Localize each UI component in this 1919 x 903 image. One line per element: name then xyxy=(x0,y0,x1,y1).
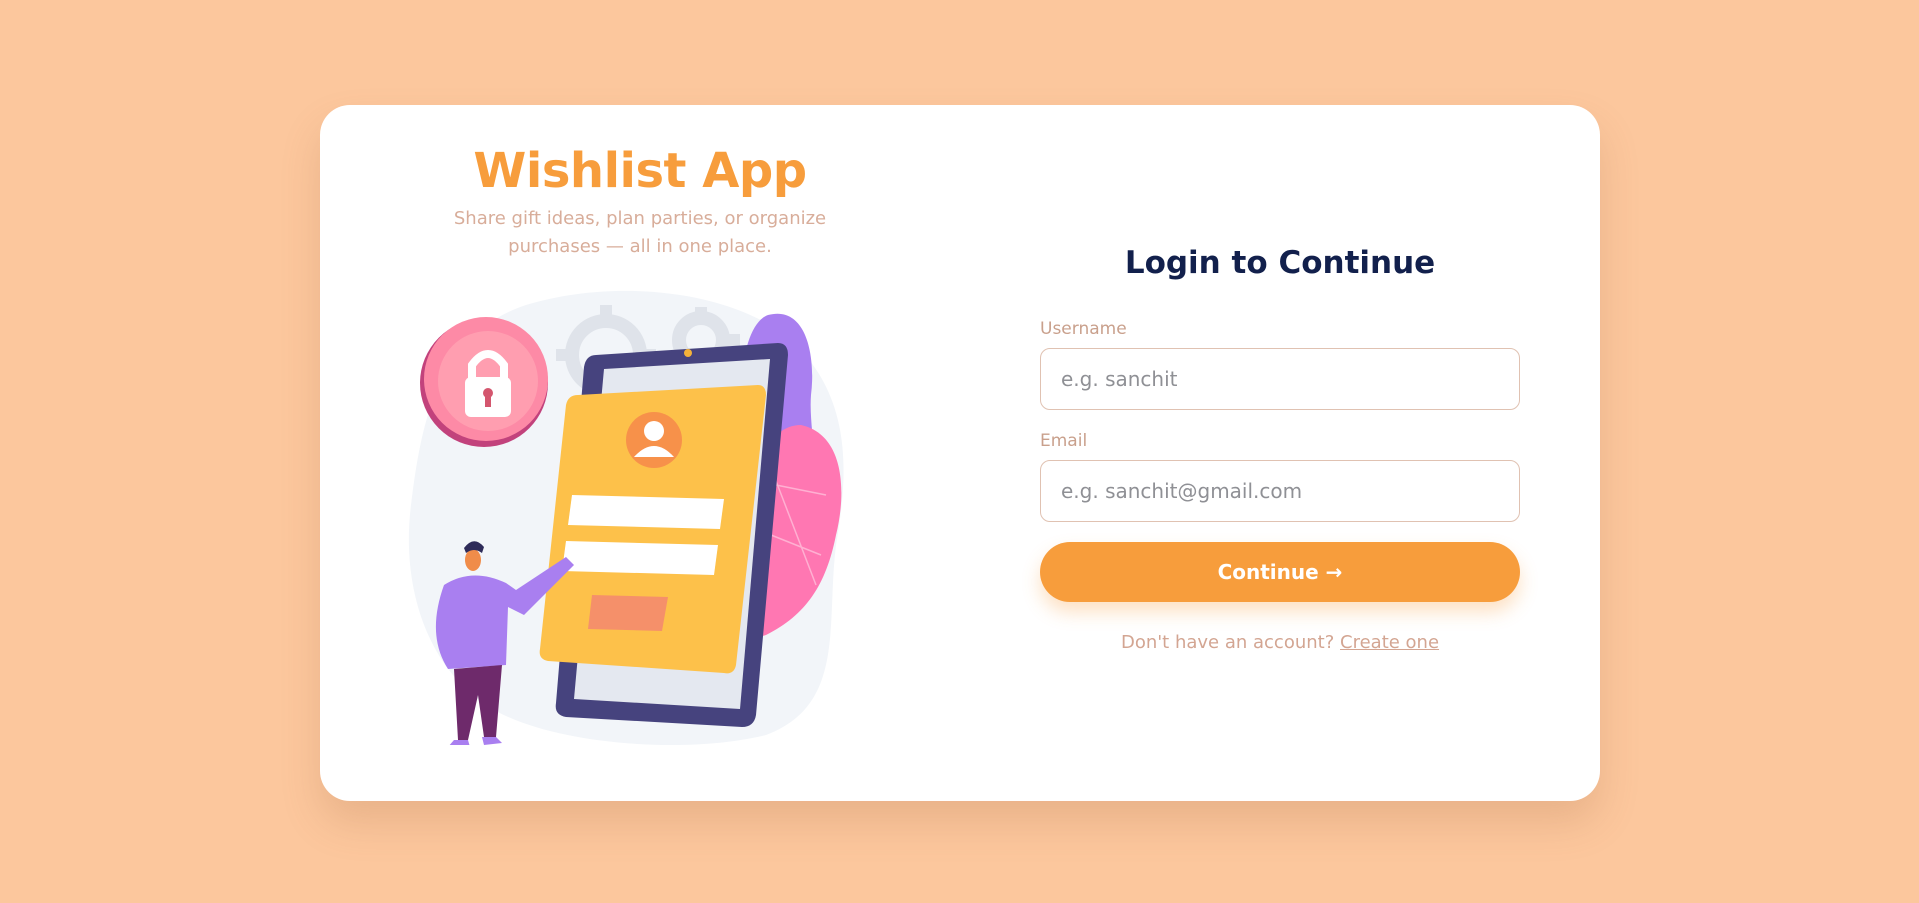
phone-login-illustration xyxy=(408,290,844,745)
brand-panel: Wishlist App Share gift ideas, plan part… xyxy=(320,105,960,801)
lock-icon xyxy=(420,317,548,447)
username-label: Username xyxy=(1040,319,1127,339)
email-input[interactable] xyxy=(1040,460,1520,522)
app-title: Wishlist App xyxy=(473,143,807,199)
email-label: Email xyxy=(1040,431,1088,451)
continue-button[interactable]: Continue → xyxy=(1040,542,1520,602)
signup-prompt: Don't have an account? Create one xyxy=(1040,632,1520,653)
login-card: Wishlist App Share gift ideas, plan part… xyxy=(320,105,1600,801)
signup-prompt-text: Don't have an account? xyxy=(1120,632,1335,653)
create-account-link[interactable]: Create one xyxy=(1340,632,1439,653)
login-form: Login to Continue Username Email Continu… xyxy=(1040,105,1520,801)
form-title: Login to Continue xyxy=(1124,245,1436,281)
app-tagline: Share gift ideas, plan parties, or organ… xyxy=(453,208,827,257)
username-input[interactable] xyxy=(1040,348,1520,410)
phone-login-card xyxy=(539,385,766,674)
